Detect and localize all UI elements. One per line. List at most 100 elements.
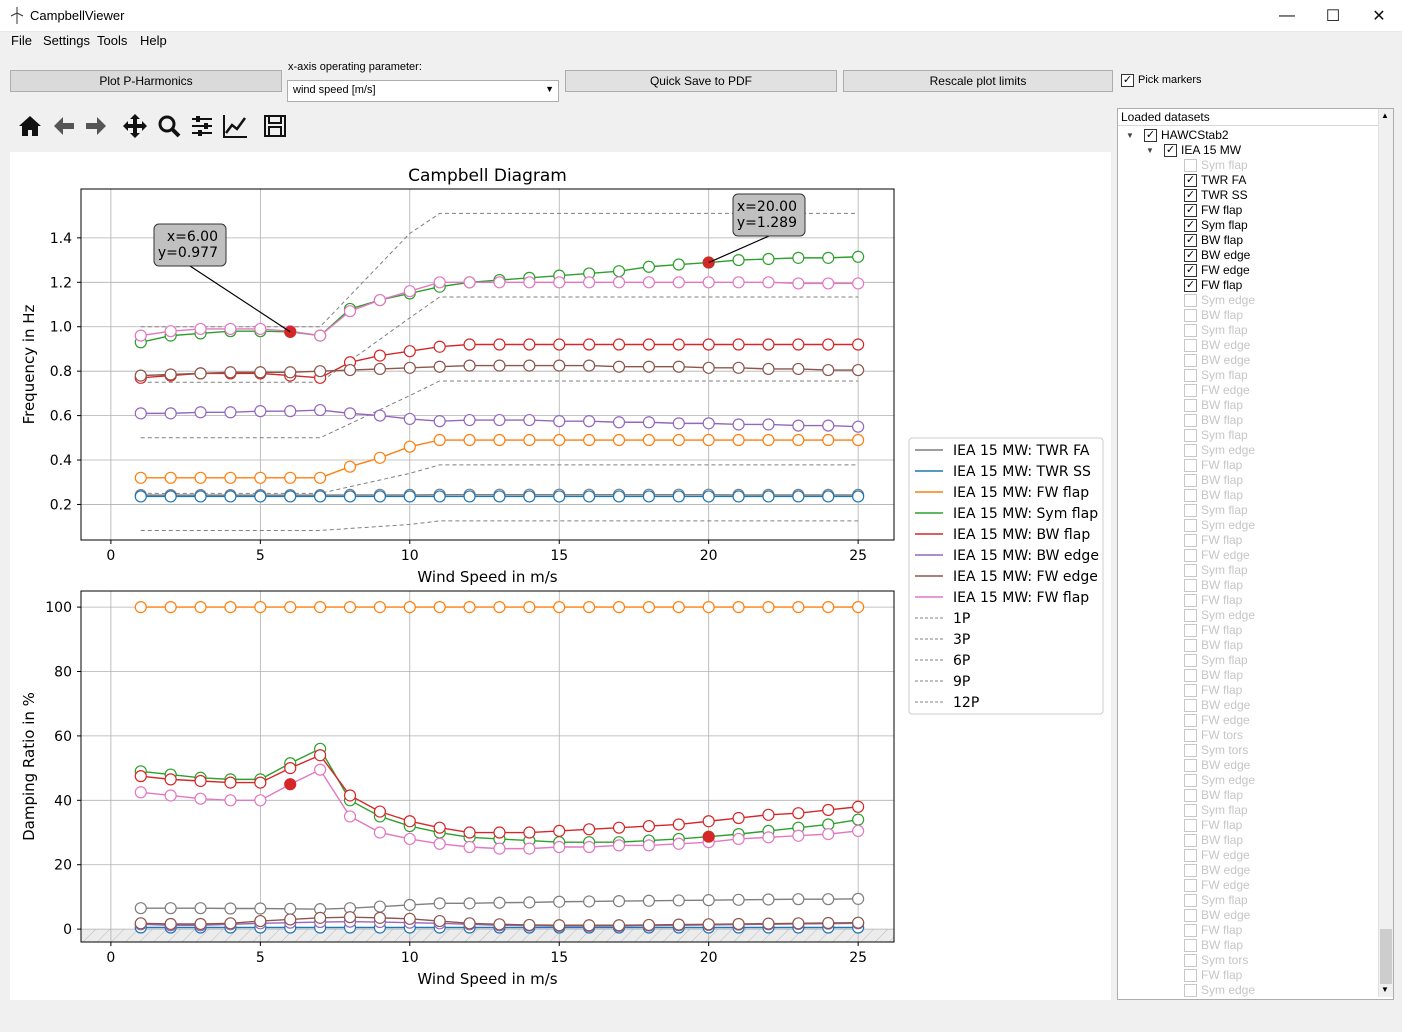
- tree-item-mode[interactable]: BW edge: [1182, 758, 1368, 773]
- tree-item-mode[interactable]: Sym edge: [1182, 608, 1368, 623]
- dataset-checkbox[interactable]: [1184, 444, 1197, 457]
- dataset-checkbox[interactable]: [1184, 339, 1197, 352]
- tree-item-mode[interactable]: FW flap: [1182, 818, 1368, 833]
- dataset-checkbox[interactable]: ✓: [1184, 249, 1197, 262]
- tree-item-mode[interactable]: ✓ FW edge: [1182, 263, 1368, 278]
- save-icon[interactable]: [261, 112, 289, 140]
- dataset-checkbox[interactable]: [1184, 729, 1197, 742]
- tree-item-mode[interactable]: Sym flap: [1182, 803, 1368, 818]
- zoom-icon[interactable]: [155, 112, 183, 140]
- dataset-checkbox[interactable]: [1184, 714, 1197, 727]
- tree-item-mode[interactable]: BW flap: [1182, 413, 1368, 428]
- tree-item-mode[interactable]: Sym flap: [1182, 368, 1368, 383]
- dataset-checkbox[interactable]: [1184, 354, 1197, 367]
- close-icon[interactable]: ✕: [1356, 0, 1402, 31]
- dataset-checkbox[interactable]: [1184, 639, 1197, 652]
- tree-item-mode[interactable]: FW edge: [1182, 548, 1368, 563]
- dataset-checkbox[interactable]: [1184, 774, 1197, 787]
- back-arrow-icon[interactable]: [50, 112, 78, 140]
- dataset-checkbox[interactable]: [1184, 624, 1197, 637]
- tree-item-mode[interactable]: BW flap: [1182, 668, 1368, 683]
- dataset-checkbox[interactable]: [1184, 564, 1197, 577]
- tree-item-mode[interactable]: Sym tors: [1182, 953, 1368, 968]
- x-axis-parameter-select[interactable]: wind speed [m/s] ▼: [287, 80, 559, 102]
- tree-item-mode[interactable]: Sym flap: [1182, 428, 1368, 443]
- tree-item-mode[interactable]: FW flap: [1182, 593, 1368, 608]
- tree-item-mode[interactable]: BW flap: [1182, 788, 1368, 803]
- dataset-checkbox[interactable]: [1184, 429, 1197, 442]
- dataset-checkbox[interactable]: [1184, 459, 1197, 472]
- dataset-checkbox[interactable]: [1184, 744, 1197, 757]
- tree-item-mode[interactable]: FW edge: [1182, 713, 1368, 728]
- dataset-checkbox[interactable]: ✓: [1184, 189, 1197, 202]
- tree-item-mode[interactable]: Sym tors: [1182, 743, 1368, 758]
- tree-item-mode[interactable]: BW flap: [1182, 833, 1368, 848]
- dataset-checkbox[interactable]: [1184, 369, 1197, 382]
- tree-item-mode[interactable]: Sym flap: [1182, 563, 1368, 578]
- dataset-checkbox[interactable]: [1184, 594, 1197, 607]
- tree-item-mode[interactable]: BW edge: [1182, 908, 1368, 923]
- dataset-checkbox[interactable]: [1184, 504, 1197, 517]
- dataset-checkbox[interactable]: [1184, 924, 1197, 937]
- tree-item-mode[interactable]: ✓ TWR FA: [1182, 173, 1368, 188]
- tree-item-iea-15-mw[interactable]: ▼ ✓ IEA 15 MW: [1146, 143, 1368, 158]
- dataset-checkbox[interactable]: ✓: [1184, 204, 1197, 217]
- dataset-checkbox[interactable]: [1184, 894, 1197, 907]
- forward-arrow-icon[interactable]: [82, 112, 110, 140]
- tree-item-mode[interactable]: BW flap: [1182, 488, 1368, 503]
- dataset-checkbox[interactable]: [1184, 399, 1197, 412]
- dataset-checkbox[interactable]: ✓: [1184, 279, 1197, 292]
- dataset-checkbox[interactable]: [1184, 489, 1197, 502]
- dataset-checkbox[interactable]: [1184, 834, 1197, 847]
- dataset-checkbox[interactable]: ✓: [1164, 144, 1177, 157]
- tree-item-mode[interactable]: ✓ FW flap: [1182, 203, 1368, 218]
- edit-axis-icon[interactable]: [221, 112, 249, 140]
- maximize-icon[interactable]: ☐: [1310, 0, 1356, 31]
- dataset-checkbox[interactable]: [1184, 969, 1197, 982]
- tree-item-mode[interactable]: FW edge: [1182, 848, 1368, 863]
- dataset-checkbox[interactable]: [1184, 159, 1197, 172]
- tree-item-mode[interactable]: BW edge: [1182, 698, 1368, 713]
- scroll-down-icon[interactable]: ▼: [1381, 985, 1389, 994]
- tree-item-hawcstab2[interactable]: ▼ ✓ HAWCStab2: [1126, 128, 1368, 143]
- dataset-checkbox[interactable]: [1184, 654, 1197, 667]
- tree-item-mode[interactable]: BW flap: [1182, 938, 1368, 953]
- dataset-checkbox[interactable]: [1184, 324, 1197, 337]
- pick-markers-checkbox[interactable]: ✓: [1121, 74, 1134, 87]
- dataset-checkbox[interactable]: ✓: [1184, 264, 1197, 277]
- quick-save-pdf-button[interactable]: Quick Save to PDF: [565, 70, 837, 92]
- tree-item-mode[interactable]: FW flap: [1182, 968, 1368, 983]
- expand-arrow-icon[interactable]: ▼: [1146, 143, 1154, 158]
- dataset-checkbox[interactable]: [1184, 699, 1197, 712]
- tree-item-mode[interactable]: BW flap: [1182, 638, 1368, 653]
- tree-item-mode[interactable]: BW edge: [1182, 863, 1368, 878]
- plot-figure[interactable]: Campbell Diagram 0 5 10 15 20 25 0.2 0.4 0.6 0.8 1.…: [10, 152, 1111, 1000]
- dataset-checkbox[interactable]: [1184, 519, 1197, 532]
- tree-item-mode[interactable]: Sym edge: [1182, 983, 1368, 998]
- tree-item-mode[interactable]: ✓ FW flap: [1182, 278, 1368, 293]
- dataset-checkbox[interactable]: [1184, 879, 1197, 892]
- dataset-checkbox[interactable]: ✓: [1184, 219, 1197, 232]
- tree-item-mode[interactable]: FW flap: [1182, 683, 1368, 698]
- dataset-checkbox[interactable]: [1184, 474, 1197, 487]
- configure-subplots-icon[interactable]: [188, 112, 216, 140]
- dataset-checkbox[interactable]: [1184, 294, 1197, 307]
- dataset-checkbox[interactable]: [1184, 579, 1197, 592]
- home-icon[interactable]: [16, 112, 44, 140]
- loaded-datasets-tree[interactable]: Loaded datasets ▼ ✓ HAWCStab2 ▼ ✓ IEA 15 MW Sy…: [1117, 108, 1394, 1000]
- dataset-checkbox[interactable]: [1184, 534, 1197, 547]
- tree-item-mode[interactable]: FW edge: [1182, 383, 1368, 398]
- tree-item-mode[interactable]: Sym flap: [1182, 653, 1368, 668]
- tree-item-mode[interactable]: BW edge: [1182, 338, 1368, 353]
- dataset-checkbox[interactable]: [1184, 849, 1197, 862]
- expand-arrow-icon[interactable]: ▼: [1126, 128, 1134, 143]
- dataset-checkbox[interactable]: [1184, 384, 1197, 397]
- tree-item-mode[interactable]: BW flap: [1182, 398, 1368, 413]
- dataset-checkbox[interactable]: [1184, 759, 1197, 772]
- dataset-checkbox[interactable]: [1184, 804, 1197, 817]
- dataset-checkbox[interactable]: [1184, 909, 1197, 922]
- tree-item-mode[interactable]: ✓ TWR SS: [1182, 188, 1368, 203]
- tree-item-mode[interactable]: Sym edge: [1182, 518, 1368, 533]
- rescale-plot-limits-button[interactable]: Rescale plot limits: [843, 70, 1113, 92]
- dataset-checkbox[interactable]: [1184, 954, 1197, 967]
